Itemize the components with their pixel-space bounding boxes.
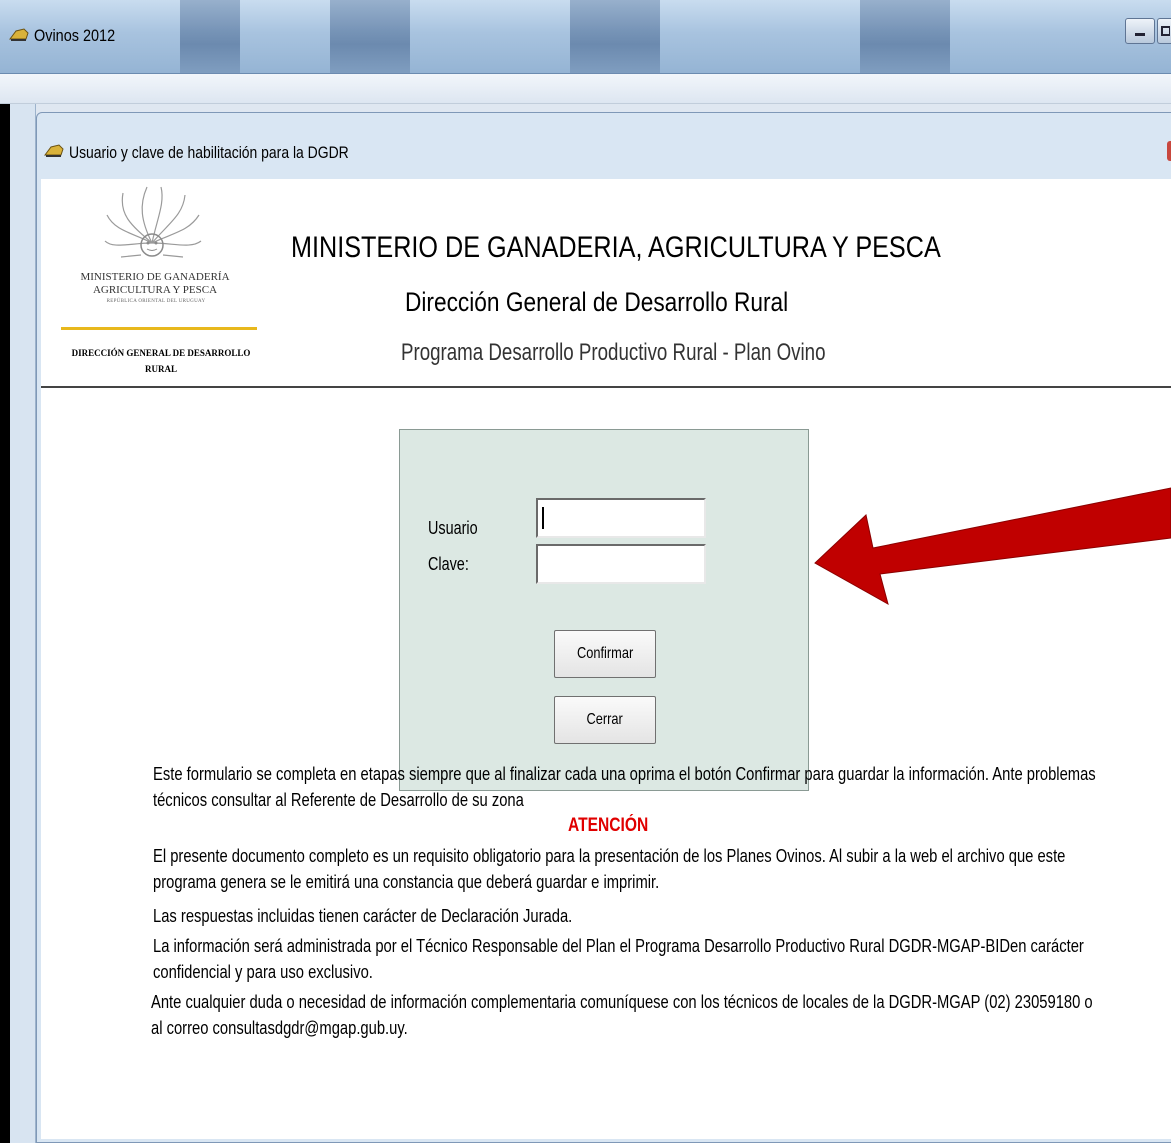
minimize-icon xyxy=(1135,33,1145,36)
app-icon xyxy=(9,28,29,41)
maximize-button[interactable] xyxy=(1157,18,1171,44)
clave-input[interactable] xyxy=(536,544,706,584)
usuario-input[interactable] xyxy=(536,498,706,538)
header-divider xyxy=(41,386,1171,388)
info-text-line: técnicos consultar al Referente de Desar… xyxy=(153,790,524,810)
header-program: Programa Desarrollo Productivo Rural - P… xyxy=(401,339,826,366)
logo-divider xyxy=(61,327,257,330)
text-cursor xyxy=(542,507,544,529)
close-button[interactable]: Cerrar xyxy=(554,696,656,744)
info-text-line: confidencial y para uso exclusivo. xyxy=(153,962,373,982)
header-subtitle: Dirección General de Desarrollo Rural xyxy=(405,287,789,317)
titlebar-decoration xyxy=(570,0,660,74)
info-paragraph-4: La información será administrada por el … xyxy=(153,933,1084,985)
logo-org-line2: AGRICULTURA Y PESCA xyxy=(92,284,218,296)
logo-subtext: REPÚBLICA ORIENTAL DEL URUGUAY xyxy=(106,299,206,304)
info-paragraph-5: Ante cualquier duda o necesidad de infor… xyxy=(151,989,1093,1041)
dialog-icon xyxy=(44,144,64,157)
logo-dept-line2: RURAL xyxy=(144,364,177,374)
attention-heading: ATENCIÓN xyxy=(568,815,649,836)
clave-label: Clave: xyxy=(428,554,469,574)
confirm-label: Confirmar xyxy=(576,645,634,662)
left-border xyxy=(0,104,10,1143)
info-paragraph-3: Las respuestas incluidas tienen carácter… xyxy=(153,903,973,929)
window-controls xyxy=(1123,18,1171,44)
titlebar-decoration xyxy=(180,0,240,74)
header-title: MINISTERIO DE GANADERIA, AGRICULTURA Y P… xyxy=(291,231,941,264)
info-text-line: La información será administrada por el … xyxy=(153,936,1084,956)
ministry-logo: MINISTERIO DE GANADERÍA AGRICULTURA Y PE… xyxy=(61,185,257,375)
mdi-background xyxy=(10,104,36,1143)
dialog-close-button[interactable] xyxy=(1167,141,1171,161)
info-paragraph-2: El presente documento completo es un req… xyxy=(153,843,1066,895)
info-text-line: Ante cualquier duda o necesidad de infor… xyxy=(151,992,1093,1012)
titlebar-decoration xyxy=(860,0,950,74)
usuario-label: Usuario xyxy=(428,518,478,538)
logo-department: DIRECCIÓN GENERAL DE DESARROLLO RURAL xyxy=(61,345,261,377)
dialog-titlebar[interactable]: Usuario y clave de habilitación para la … xyxy=(37,113,1171,177)
info-text-line: Este formulario se completa en etapas si… xyxy=(153,764,1096,784)
info-text-line: Las respuestas incluidas tienen carácter… xyxy=(153,906,573,926)
logo-dept-line1: DIRECCIÓN GENERAL DE DESARROLLO xyxy=(71,348,251,358)
outer-titlebar[interactable]: Ovinos 2012 xyxy=(0,0,1171,74)
dialog-title: Usuario y clave de habilitación para la … xyxy=(69,143,349,162)
info-text-line: programa genera se le emitirá una consta… xyxy=(153,872,660,892)
titlebar-decoration xyxy=(330,0,410,74)
info-text-line: al correo consultasdgdr@mgap.gub.uy. xyxy=(151,1018,408,1038)
info-text-line: El presente documento completo es un req… xyxy=(153,846,1066,866)
outer-window-title: Ovinos 2012 xyxy=(34,26,116,45)
menu-bar xyxy=(0,74,1171,104)
close-label: Cerrar xyxy=(586,711,624,728)
logo-org-name: MINISTERIO DE GANADERÍA AGRICULTURA Y PE… xyxy=(65,271,245,297)
dialog-content: MINISTERIO DE GANADERÍA AGRICULTURA Y PE… xyxy=(41,179,1171,1139)
login-panel: Usuario Clave: Confirmar Cerrar xyxy=(399,429,809,791)
sun-emblem-icon xyxy=(104,186,202,258)
minimize-button[interactable] xyxy=(1125,18,1155,44)
logo-org-line1: MINISTERIO DE GANADERÍA xyxy=(80,271,230,283)
info-paragraph-1: Este formulario se completa en etapas si… xyxy=(153,761,1096,813)
login-dialog: Usuario y clave de habilitación para la … xyxy=(36,112,1171,1143)
maximize-icon xyxy=(1160,26,1170,36)
confirm-button[interactable]: Confirmar xyxy=(554,630,656,678)
